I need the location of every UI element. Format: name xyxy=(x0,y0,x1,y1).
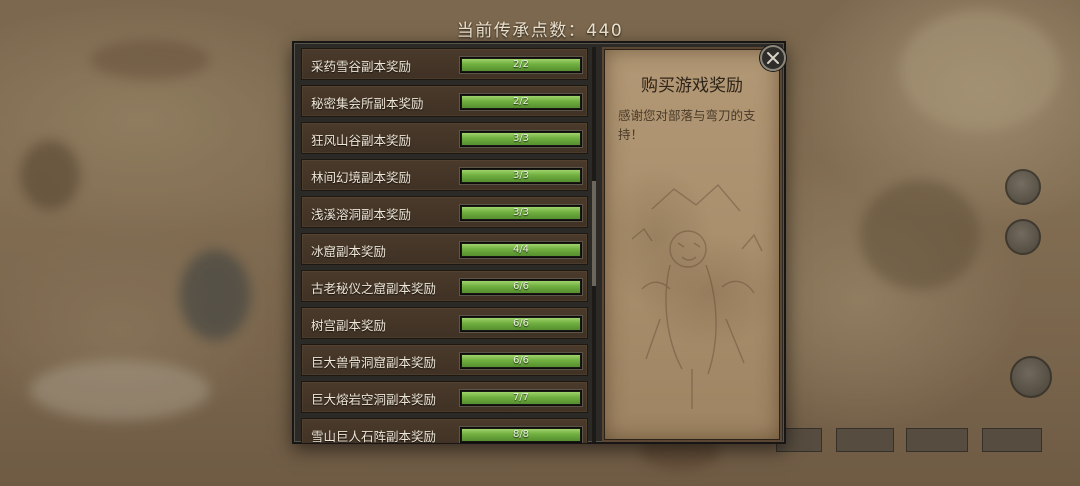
heritage-points-label: 当前传承点数：440 xyxy=(456,21,624,41)
reward-progress-text: 6/6 xyxy=(512,281,530,292)
reward-progress-bar: 6/6 xyxy=(460,353,582,369)
reward-progress-bar: 7/7 xyxy=(460,390,582,406)
reward-progress-text: 3/3 xyxy=(512,133,530,144)
reward-progress-bar: 3/3 xyxy=(460,168,582,184)
reward-row[interactable]: 浅溪溶洞副本奖励 3/3 xyxy=(301,196,588,228)
reward-row[interactable]: 雪山巨人石阵副本奖励 8/8 xyxy=(301,418,588,443)
reward-progress-text: 4/4 xyxy=(512,244,530,255)
reward-row[interactable]: 巨大熔岩空洞副本奖励 7/7 xyxy=(301,381,588,413)
reward-row-label: 冰窟副本奖励 xyxy=(311,244,387,259)
map-faded-tab-4 xyxy=(982,428,1042,452)
reward-row-label: 浅溪溶洞副本奖励 xyxy=(311,207,412,222)
reward-progress-text: 6/6 xyxy=(512,318,530,329)
reward-progress-bar: 6/6 xyxy=(460,316,582,332)
reward-row[interactable]: 狂风山谷副本奖励 3/3 xyxy=(301,122,588,154)
reward-row-label: 雪山巨人石阵副本奖励 xyxy=(311,429,437,443)
map-round-button-2 xyxy=(1005,219,1041,255)
reward-progress-bar: 4/4 xyxy=(460,242,582,258)
reward-progress-text: 7/7 xyxy=(512,392,530,403)
close-icon xyxy=(767,52,779,64)
reward-row-label: 采药雪谷副本奖励 xyxy=(311,59,412,74)
reward-row-label: 巨大兽骨洞窟副本奖励 xyxy=(311,355,437,370)
reward-progress-bar: 3/3 xyxy=(460,205,582,221)
map-round-button-1 xyxy=(1005,169,1041,205)
reward-progress-bar: 3/3 xyxy=(460,131,582,147)
reward-progress-bar: 2/2 xyxy=(460,94,582,110)
reward-row[interactable]: 林间幻境副本奖励 3/3 xyxy=(301,159,588,191)
reward-progress-bar: 2/2 xyxy=(460,57,582,73)
reward-progress-text: 2/2 xyxy=(512,59,530,70)
reward-list-scrollbar[interactable] xyxy=(592,47,596,442)
reward-row[interactable]: 采药雪谷副本奖励 2/2 xyxy=(301,48,588,80)
close-button[interactable] xyxy=(760,45,786,71)
reward-progress-text: 8/8 xyxy=(512,429,530,440)
map-faded-tab-2 xyxy=(836,428,894,452)
info-panel-description: 感谢您对部落与弯刀的支持！ xyxy=(618,108,756,142)
tribal-sketch-illustration xyxy=(631,183,763,409)
reward-progress-bar: 8/8 xyxy=(460,427,582,443)
reward-row[interactable]: 巨大兽骨洞窟副本奖励 6/6 xyxy=(301,344,588,376)
reward-row[interactable]: 秘密集会所副本奖励 2/2 xyxy=(301,85,588,117)
reward-progress-bar: 6/6 xyxy=(460,279,582,295)
reward-progress-text: 3/3 xyxy=(512,207,530,218)
reward-info-panel: 购买游戏奖励 感谢您对部落与弯刀的支持！ xyxy=(602,47,782,442)
reward-progress-text: 2/2 xyxy=(512,96,530,107)
reward-row[interactable]: 冰窟副本奖励 4/4 xyxy=(301,233,588,265)
reward-row-label: 林间幻境副本奖励 xyxy=(311,170,412,185)
reward-row[interactable]: 古老秘仪之窟副本奖励 6/6 xyxy=(301,270,588,302)
reward-progress-text: 6/6 xyxy=(512,355,530,366)
map-faded-tab-3 xyxy=(906,428,968,452)
reward-row[interactable]: 树宫副本奖励 6/6 xyxy=(301,307,588,339)
reward-row-label: 古老秘仪之窟副本奖励 xyxy=(311,281,437,296)
reward-row-label: 巨大熔岩空洞副本奖励 xyxy=(311,392,437,407)
scrollbar-thumb[interactable] xyxy=(592,181,596,286)
reward-progress-text: 3/3 xyxy=(512,170,530,181)
reward-row-label: 秘密集会所副本奖励 xyxy=(311,96,424,111)
reward-row-label: 树宫副本奖励 xyxy=(311,318,387,333)
map-round-button-3 xyxy=(1010,356,1052,398)
game-rewards-dialog: 采药雪谷副本奖励 2/2 秘密集会所副本奖励 2/2 狂风山谷副本奖励 3/3 林间幻境副本… xyxy=(292,41,786,444)
info-panel-title: 购买游戏奖励 xyxy=(641,76,743,96)
reward-row-label: 狂风山谷副本奖励 xyxy=(311,133,412,148)
reward-list[interactable]: 采药雪谷副本奖励 2/2 秘密集会所副本奖励 2/2 狂风山谷副本奖励 3/3 林间幻境副本… xyxy=(301,46,588,443)
